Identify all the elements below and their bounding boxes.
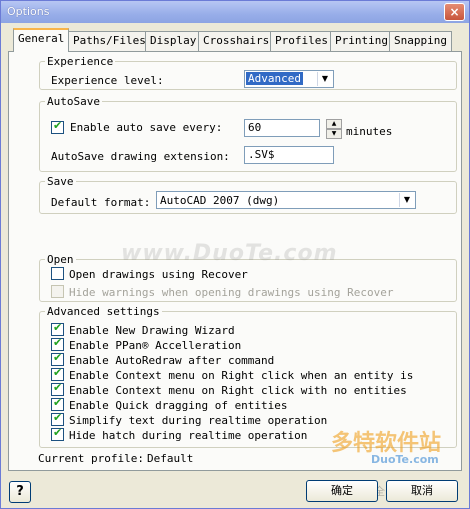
- default-format-select[interactable]: AutoCAD 2007 (dwg) ▼: [156, 191, 416, 209]
- autosave-enable-label: Enable auto save every:: [70, 121, 223, 134]
- hide-warnings-checkbox[interactable]: [51, 285, 64, 298]
- tab-paths-files[interactable]: Paths/Files: [68, 31, 151, 51]
- autosave-interval-spinner[interactable]: ▲ ▼: [326, 119, 342, 139]
- tab-display[interactable]: Display: [145, 31, 202, 51]
- ok-button[interactable]: 确定: [306, 480, 378, 502]
- experience-legend: Experience: [47, 55, 114, 68]
- adv-item-label: Enable AutoRedraw after command: [69, 354, 275, 367]
- window-title: Options: [7, 5, 50, 18]
- adv-item-label: Enable PPan® Accelleration: [69, 339, 242, 352]
- tab-printing[interactable]: Printing: [330, 31, 393, 51]
- adv-item-label: Simplify text during realtime operation: [69, 414, 328, 427]
- help-button[interactable]: ?: [9, 481, 31, 503]
- open-legend: Open: [47, 253, 74, 266]
- tab-general[interactable]: General: [13, 28, 70, 52]
- watermark-brand-url: DuoTe.com: [371, 453, 439, 466]
- adv-autoredraw-checkbox[interactable]: [51, 351, 64, 366]
- chevron-down-icon[interactable]: ▼: [399, 193, 414, 207]
- autosave-legend: AutoSave: [47, 95, 100, 108]
- advanced-legend: Advanced settings: [47, 305, 160, 318]
- cancel-button[interactable]: 取消: [386, 480, 458, 502]
- close-icon[interactable]: ×: [444, 3, 465, 21]
- default-format-value: AutoCAD 2007 (dwg): [160, 194, 280, 207]
- adv-new-drawing-wizard-checkbox[interactable]: [51, 321, 64, 336]
- adv-quick-drag-checkbox[interactable]: [51, 396, 64, 411]
- autosave-extension-label: AutoSave drawing extension:: [51, 150, 230, 163]
- default-format-label: Default format:: [51, 196, 151, 209]
- tab-snapping[interactable]: Snapping: [389, 31, 452, 51]
- experience-level-label: Experience level:: [51, 74, 164, 87]
- adv-item-label: Enable Context menu on Right click with …: [69, 384, 407, 397]
- adv-context-entity-checkbox[interactable]: [51, 366, 64, 381]
- chevron-down-icon[interactable]: ▼: [317, 72, 332, 86]
- tab-crosshairs[interactable]: Crosshairs: [198, 31, 275, 51]
- adv-simplify-text-checkbox[interactable]: [51, 411, 64, 426]
- autosave-extension-input[interactable]: .SV$: [244, 146, 334, 164]
- open-recover-checkbox[interactable]: [51, 267, 64, 280]
- save-legend: Save: [47, 175, 74, 188]
- adv-item-label: Hide hatch during realtime operation: [69, 429, 308, 442]
- hide-warnings-label: Hide warnings when opening drawings usin…: [69, 286, 394, 299]
- autosave-enable-checkbox[interactable]: [51, 119, 64, 134]
- title-bar[interactable]: Options ×: [1, 1, 469, 23]
- options-dialog: Options × General Paths/Files Display Cr…: [0, 0, 470, 509]
- tab-profiles[interactable]: Profiles: [270, 31, 333, 51]
- adv-hide-hatch-checkbox[interactable]: [51, 426, 64, 441]
- adv-item-label: Enable Context menu on Right click when …: [69, 369, 414, 382]
- autosave-interval-input[interactable]: 60: [244, 119, 320, 137]
- current-profile-value: Default: [147, 452, 194, 465]
- adv-item-label: Enable Quick dragging of entities: [69, 399, 288, 412]
- adv-ppan-checkbox[interactable]: [51, 336, 64, 351]
- adv-context-noentity-checkbox[interactable]: [51, 381, 64, 396]
- spin-up-icon[interactable]: ▲: [326, 119, 342, 129]
- spin-down-icon[interactable]: ▼: [326, 129, 342, 139]
- autosave-unit-label: minutes: [346, 125, 393, 138]
- watermark-logo: 多特软件站 DuoTe.com: [331, 425, 461, 475]
- open-recover-label: Open drawings using Recover: [69, 268, 248, 281]
- adv-item-label: Enable New Drawing Wizard: [69, 324, 235, 337]
- current-profile-label: Current profile:: [38, 452, 144, 465]
- watermark-site: www.DuoTe.com: [121, 241, 338, 266]
- experience-level-value: Advanced: [245, 71, 304, 86]
- experience-level-select[interactable]: Advanced ▼: [244, 70, 334, 88]
